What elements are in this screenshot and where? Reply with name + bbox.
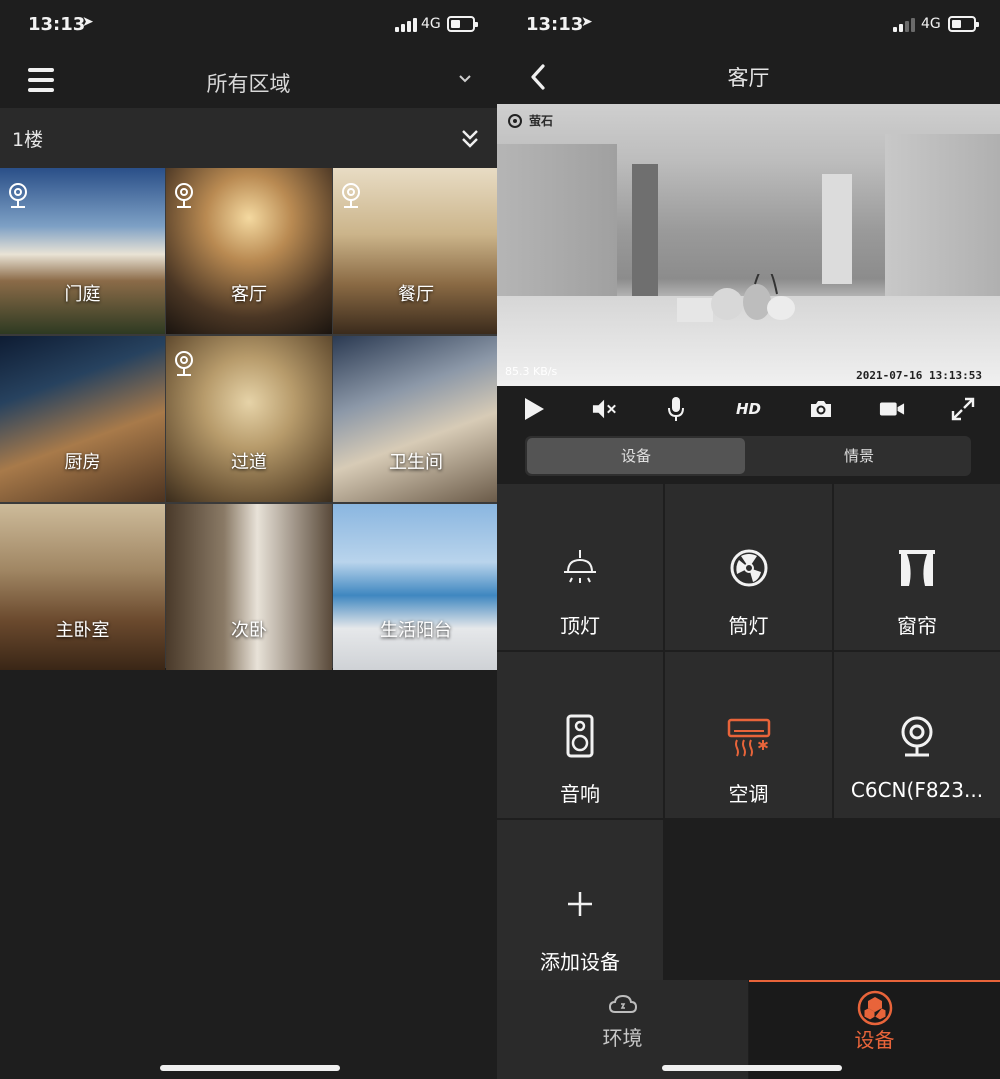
camera-icon: [901, 716, 933, 757]
area-selector-title[interactable]: 所有区域: [0, 68, 497, 98]
device-label: 顶灯: [560, 614, 600, 638]
play-icon: [525, 398, 544, 420]
room-name: 餐厅: [398, 284, 434, 305]
air-conditioner-icon: [727, 718, 770, 757]
segment-control: 设备 情景: [525, 436, 971, 476]
device-label: 添加设备: [540, 950, 620, 974]
double-chevron-down-icon[interactable]: [460, 128, 480, 150]
battery-icon: [447, 16, 478, 32]
room-name: 生活阳台: [380, 620, 452, 641]
speaker-icon: [566, 714, 594, 758]
floor-bar[interactable]: 1楼: [0, 108, 497, 168]
camera-brand-logo: 萤石: [505, 112, 553, 129]
bitrate-readout: 85.3 KB/s: [505, 365, 558, 378]
video-record-icon: [880, 402, 905, 416]
network-type: 4G: [921, 16, 941, 32]
device-tile-downlight[interactable]: 筒灯: [665, 484, 832, 650]
device-label: 空调: [728, 782, 769, 806]
tab-label: 设备: [854, 1028, 895, 1052]
area-list-screen: 13:13 ➤ 4G 所有区域 1楼 门庭 客厅 餐厅 厨房 过道 卫生间 主卧…: [0, 0, 497, 1079]
location-icon: ➤: [581, 14, 593, 30]
video-scene: [822, 174, 852, 284]
tab-label: 环境: [602, 1026, 643, 1050]
device-tile-curtain[interactable]: 窗帘: [834, 484, 1000, 650]
play-button[interactable]: [521, 396, 547, 422]
device-tile-camera[interactable]: C6CN(F823...: [834, 652, 1000, 818]
room-name: 过道: [231, 452, 267, 473]
video-scene: [677, 274, 795, 322]
room-name: 次卧: [231, 620, 267, 641]
room-tile[interactable]: 客厅: [166, 168, 332, 334]
room-tile[interactable]: 门庭: [0, 168, 165, 334]
room-name: 主卧室: [55, 620, 110, 641]
network-type: 4G: [421, 16, 441, 32]
page-title: 客厅: [727, 66, 770, 90]
camera-video-feed[interactable]: 萤石 85.3 KB/s 2021-07-16 13:13:53: [497, 104, 1000, 386]
status-bar: 13:13 ➤ 4G: [497, 0, 1000, 52]
home-indicator[interactable]: [662, 1065, 842, 1071]
add-device-button[interactable]: 添加设备: [497, 820, 663, 984]
microphone-icon: [667, 397, 684, 421]
device-tile-speaker[interactable]: 音响: [497, 652, 663, 818]
room-detail-screen: 13:13 ➤ 4G 客厅 萤石 85.3 KB/s 2021-07-16 13…: [497, 0, 1000, 1079]
camera-icon: [175, 183, 193, 208]
plus-icon: [568, 892, 592, 916]
fullscreen-icon: [951, 397, 975, 421]
empty-tile: [834, 820, 1000, 984]
room-tile[interactable]: 过道: [166, 336, 332, 502]
room-name: 客厅: [231, 284, 267, 305]
room-tile[interactable]: 卫生间: [333, 336, 497, 502]
room-grid: 门庭 客厅 餐厅 厨房 过道 卫生间 主卧室 次卧 生活阳台: [0, 168, 497, 670]
room-name: 厨房: [64, 452, 101, 473]
talk-button[interactable]: [663, 396, 689, 422]
room-tile[interactable]: 餐厅: [333, 168, 497, 334]
mute-button[interactable]: [592, 396, 618, 422]
camera-icon: [9, 183, 27, 208]
camera-snapshot-icon: [811, 401, 832, 417]
ceiling-light-icon: [564, 550, 596, 583]
cloud-icon: [608, 994, 637, 1013]
video-timestamp: 2021-07-16 13:13:53: [856, 369, 982, 382]
device-tile-ceiling-light[interactable]: 顶灯: [497, 484, 663, 650]
status-time: 13:13: [526, 14, 584, 35]
battery-icon: [948, 16, 979, 32]
chevron-down-icon[interactable]: [458, 72, 472, 86]
room-tile[interactable]: 主卧室: [0, 504, 165, 670]
device-grid: 顶灯 筒灯 窗帘 音响 空调 C6CN(F823... 添加设备: [497, 484, 1000, 984]
floor-label: 1楼: [12, 129, 44, 151]
snapshot-button[interactable]: [808, 396, 834, 422]
room-tile[interactable]: 生活阳台: [333, 504, 497, 670]
downlight-icon: [730, 549, 767, 587]
room-name: 门庭: [64, 284, 101, 305]
location-icon: ➤: [82, 14, 94, 30]
status-time: 13:13: [28, 14, 86, 35]
camera-icon: [175, 351, 193, 376]
room-tile[interactable]: 次卧: [166, 504, 332, 670]
device-label: 窗帘: [897, 614, 937, 638]
camera-icon: [342, 183, 360, 208]
brand-logo-icon: [508, 113, 522, 128]
home-indicator[interactable]: [160, 1065, 340, 1071]
room-name: 卫生间: [389, 452, 443, 473]
device-label: C6CN(F823...: [850, 778, 984, 802]
brand-name: 萤石: [529, 114, 554, 128]
status-bar: 13:13 ➤ 4G: [0, 0, 497, 52]
device-label: 筒灯: [728, 614, 769, 638]
curtain-icon: [899, 550, 935, 586]
hd-button[interactable]: HD: [733, 396, 763, 422]
room-tile[interactable]: 厨房: [0, 336, 165, 502]
segment-devices[interactable]: 设备: [527, 438, 745, 474]
device-tile-air-conditioner[interactable]: 空调: [665, 652, 832, 818]
signal-icon: [893, 18, 915, 32]
mute-icon: [592, 399, 616, 419]
record-button[interactable]: [879, 396, 905, 422]
video-controls: HD: [497, 386, 1000, 432]
signal-icon: [395, 18, 417, 32]
segment-scenes[interactable]: 情景: [749, 438, 969, 474]
devices-cube-icon: [857, 990, 892, 1026]
fullscreen-button[interactable]: [950, 396, 976, 422]
device-label: 音响: [560, 782, 600, 806]
empty-tile: [665, 820, 832, 984]
